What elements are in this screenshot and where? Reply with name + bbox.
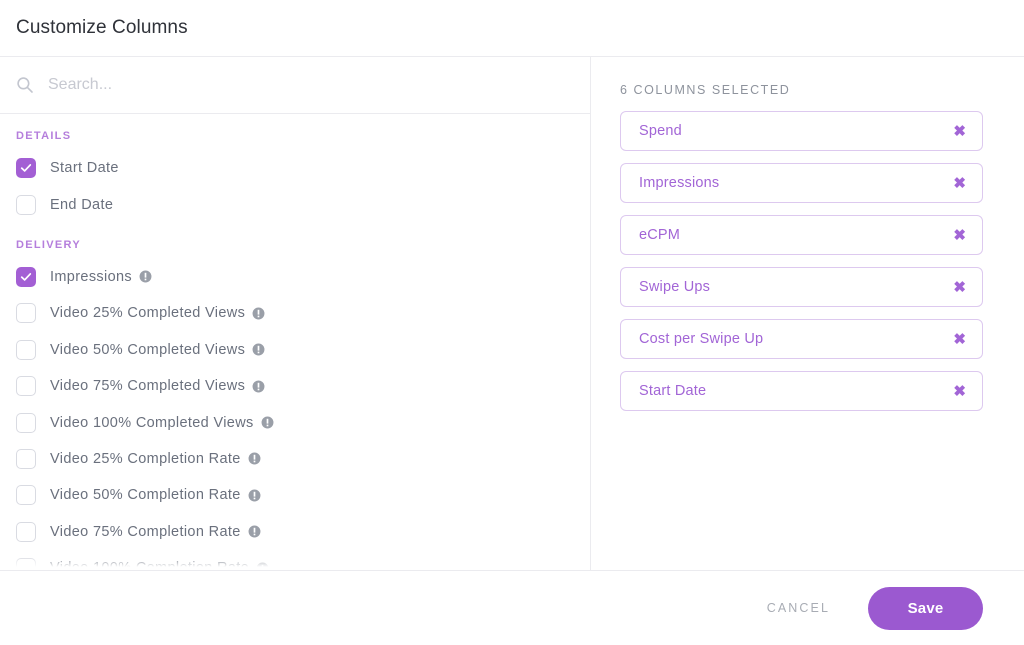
column-option-row[interactable]: Video 50% Completed Views: [16, 332, 574, 368]
column-option-label: Video 75% Completed Views: [50, 378, 246, 395]
modal-footer: CANCEL Save: [0, 570, 1024, 645]
check-icon: [20, 164, 32, 172]
checkbox-unchecked[interactable]: [16, 485, 36, 506]
checkbox-checked[interactable]: [16, 158, 36, 179]
column-option-row[interactable]: Video 50% Completion Rate: [16, 477, 574, 513]
column-option-label: Video 50% Completed Views: [50, 341, 246, 358]
selected-column-chip[interactable]: Spend ✖: [620, 111, 983, 151]
save-button[interactable]: Save: [868, 586, 983, 630]
info-icon[interactable]: [256, 562, 269, 570]
column-option-label: End Date: [50, 196, 114, 213]
checkbox-unchecked[interactable]: [16, 521, 36, 542]
selected-columns-pane: 6 COLUMNS SELECTED Spend ✖ Impressions ✖ eCP…: [591, 57, 1024, 570]
section-label: DELIVERY: [16, 238, 82, 251]
info-icon[interactable]: [248, 452, 261, 465]
column-option-label: Video 100% Completed Views: [50, 414, 254, 431]
checkbox-unchecked[interactable]: [16, 194, 36, 215]
column-option-row[interactable]: Video 25% Completed Views: [16, 295, 574, 331]
search-input[interactable]: [48, 76, 488, 94]
search-row: [0, 57, 590, 114]
available-columns-pane: DETAILS Start Date End Date DELIVERY Impress…: [0, 57, 591, 570]
info-icon[interactable]: [252, 307, 265, 320]
remove-column-icon[interactable]: ✖: [953, 124, 966, 139]
info-icon[interactable]: [248, 525, 261, 538]
checkbox-unchecked[interactable]: [16, 339, 36, 360]
selected-column-chip[interactable]: Start Date ✖: [620, 371, 983, 411]
column-option-label: Video 100% Completion Rate: [50, 560, 250, 570]
info-icon[interactable]: [261, 416, 274, 429]
remove-column-icon[interactable]: ✖: [953, 332, 966, 347]
column-option-row[interactable]: Video 75% Completed Views: [16, 368, 574, 404]
page-title: Customize Columns: [16, 17, 188, 38]
column-option-label: Start Date: [50, 160, 119, 177]
customize-columns-modal: Customize Columns DETAILS Start Date End D…: [0, 0, 1024, 645]
column-option-row[interactable]: End Date: [16, 186, 574, 222]
column-option-label: Video 50% Completion Rate: [50, 487, 241, 504]
checkbox-unchecked[interactable]: [16, 376, 36, 397]
selected-column-label: Impressions: [639, 175, 720, 191]
remove-column-icon[interactable]: ✖: [953, 384, 966, 399]
column-option-label: Impressions: [50, 268, 133, 285]
selected-count-label: 6 COLUMNS SELECTED: [620, 83, 791, 97]
selected-column-label: Swipe Ups: [639, 279, 711, 295]
section-label: DETAILS: [16, 130, 72, 142]
checkbox-unchecked[interactable]: [16, 412, 36, 433]
column-option-row[interactable]: Video 100% Completion Rate: [16, 550, 574, 570]
selected-column-chip[interactable]: Swipe Ups ✖: [620, 267, 983, 307]
info-icon[interactable]: [252, 343, 265, 356]
remove-column-icon[interactable]: ✖: [953, 176, 966, 191]
column-option-label: Video 25% Completion Rate: [50, 450, 241, 467]
check-icon: [20, 273, 32, 281]
column-option-row[interactable]: Impressions: [16, 259, 574, 295]
selected-column-chip[interactable]: eCPM ✖: [620, 215, 983, 255]
modal-body: DETAILS Start Date End Date DELIVERY Impress…: [0, 57, 1024, 570]
remove-column-icon[interactable]: ✖: [953, 228, 966, 243]
search-icon: [17, 77, 33, 93]
selected-column-label: Cost per Swipe Up: [639, 331, 764, 347]
selected-column-label: Start Date: [639, 383, 707, 399]
checkbox-unchecked[interactable]: [16, 558, 36, 570]
column-option-row[interactable]: Video 25% Completion Rate: [16, 441, 574, 477]
selected-column-chip[interactable]: Impressions ✖: [620, 163, 983, 203]
cancel-button[interactable]: CANCEL: [767, 601, 830, 615]
selected-column-label: Spend: [639, 123, 682, 139]
checkbox-unchecked[interactable]: [16, 448, 36, 469]
checkbox-checked[interactable]: [16, 266, 36, 287]
column-option-row[interactable]: Video 100% Completed Views: [16, 404, 574, 440]
info-icon[interactable]: [248, 489, 261, 502]
remove-column-icon[interactable]: ✖: [953, 280, 966, 295]
column-option-label: Video 25% Completed Views: [50, 305, 246, 322]
modal-header: Customize Columns: [0, 0, 1024, 57]
checkbox-unchecked[interactable]: [16, 303, 36, 324]
info-icon[interactable]: [252, 380, 265, 393]
column-option-row[interactable]: Start Date: [16, 150, 574, 186]
column-option-row[interactable]: Video 75% Completion Rate: [16, 514, 574, 550]
options-list[interactable]: DETAILS Start Date End Date DELIVERY Impress…: [0, 114, 590, 570]
column-option-label: Video 75% Completion Rate: [50, 523, 241, 540]
info-icon[interactable]: [139, 270, 152, 283]
selected-column-chip[interactable]: Cost per Swipe Up ✖: [620, 319, 983, 359]
selected-column-label: eCPM: [639, 227, 681, 243]
